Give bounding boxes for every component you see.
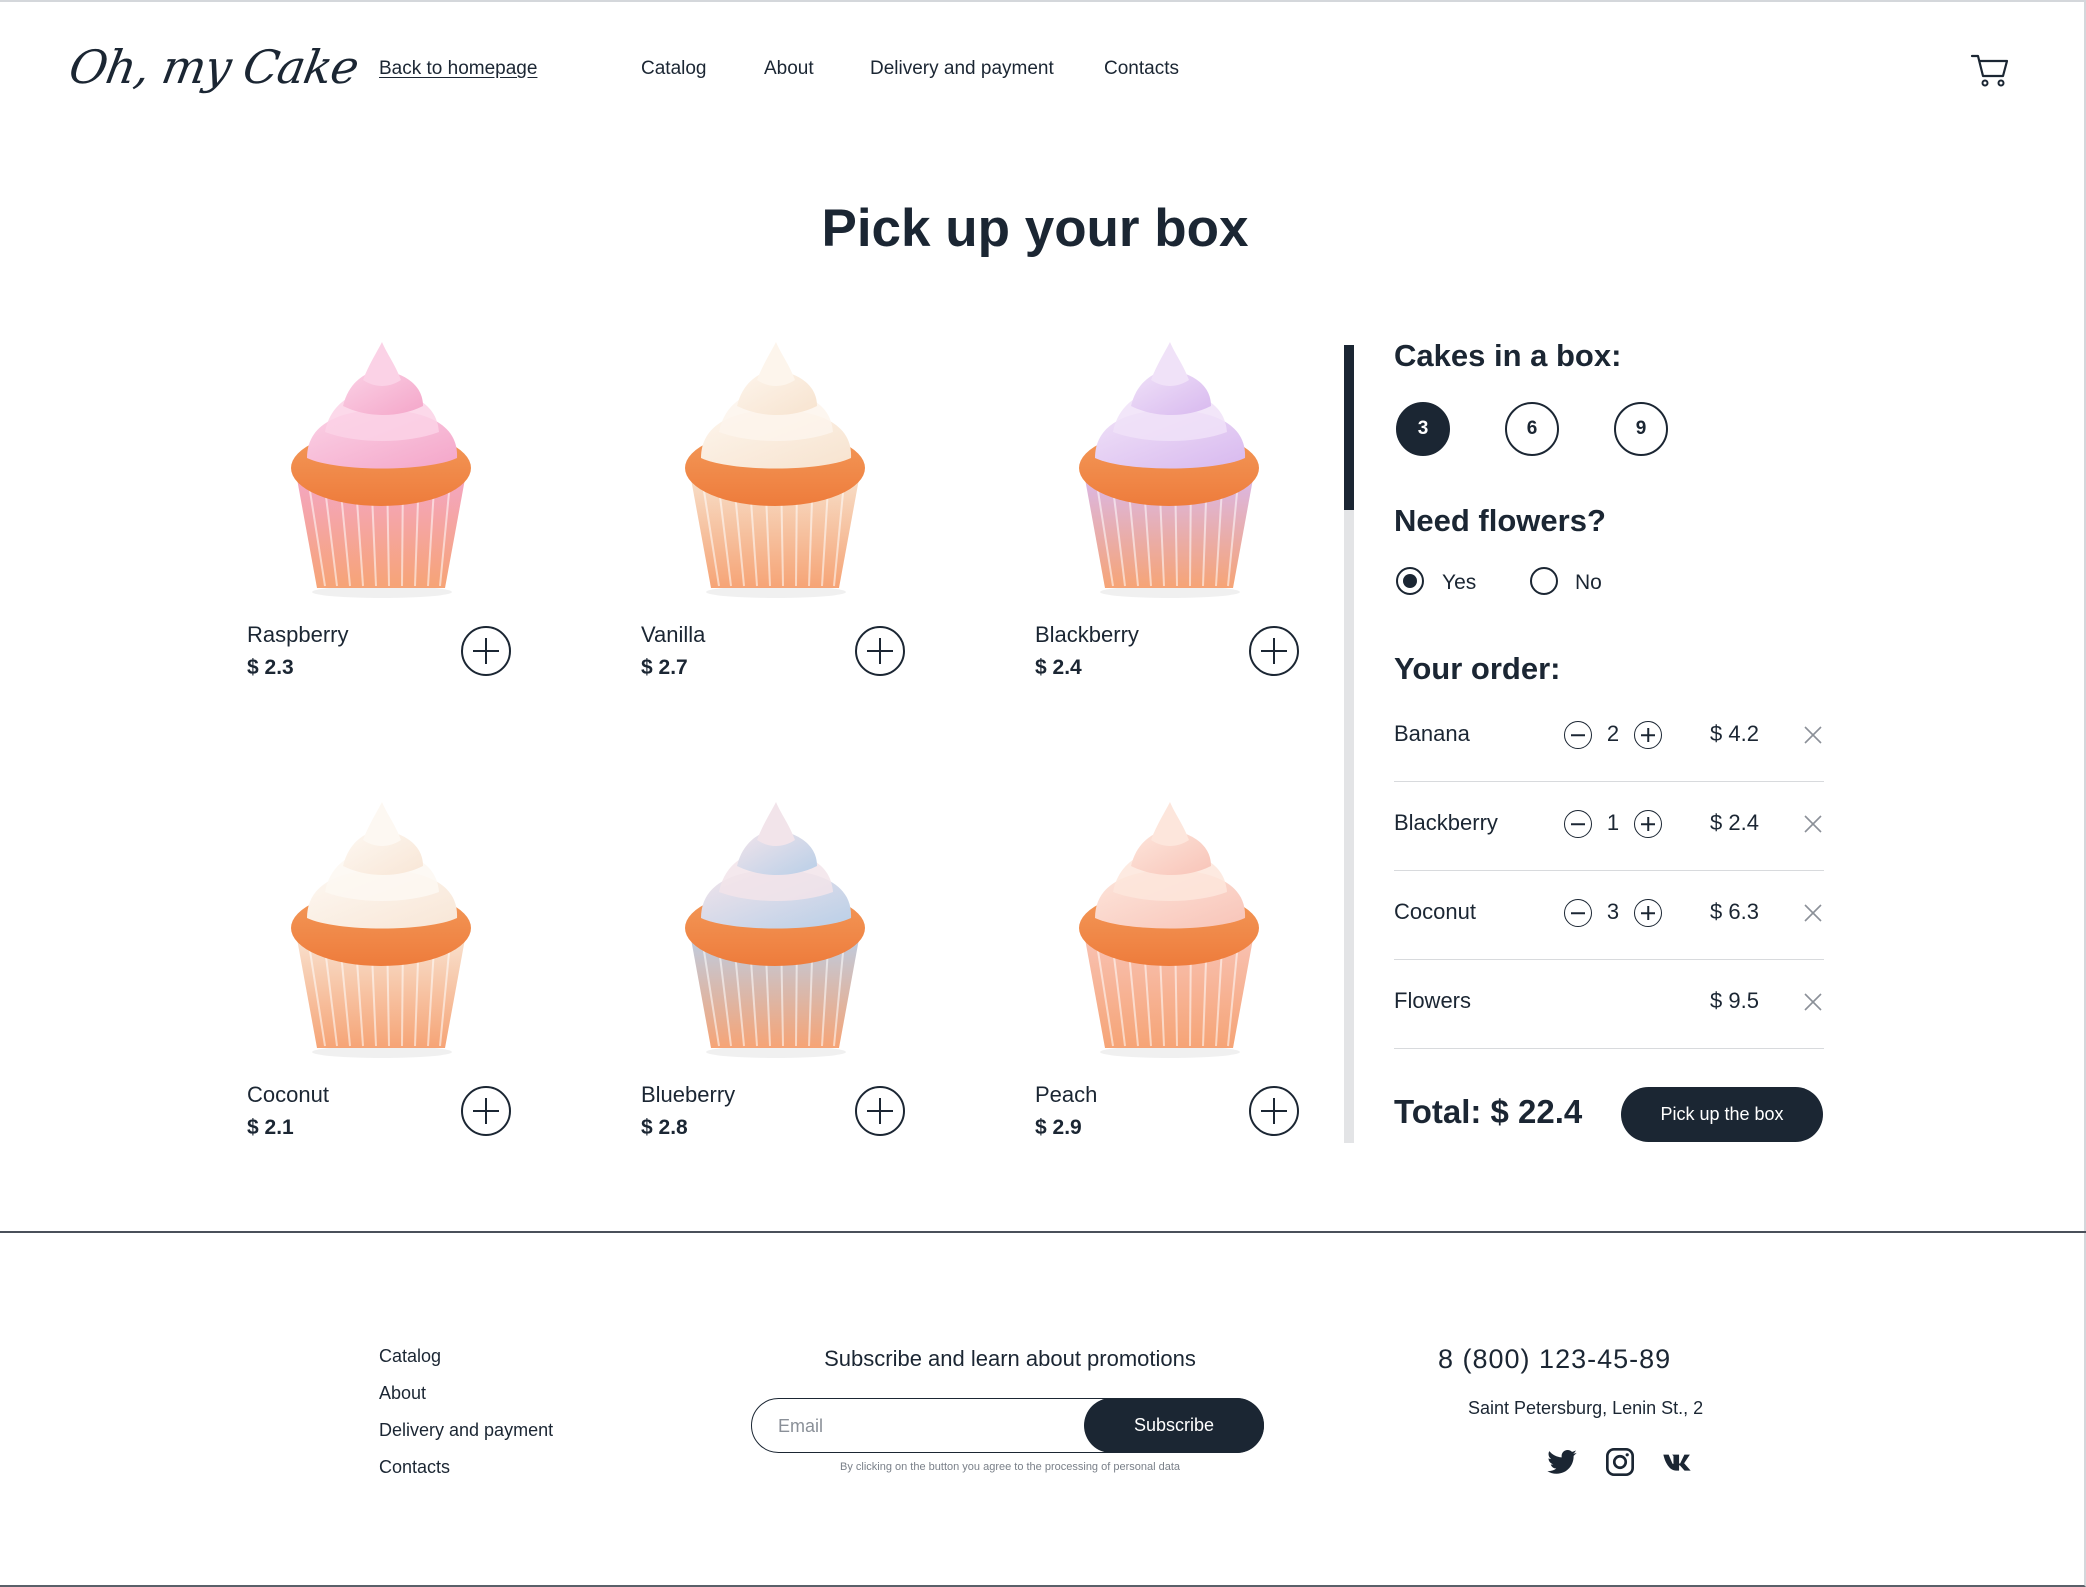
add-to-box-button[interactable] (855, 1086, 905, 1136)
add-to-box-button[interactable] (461, 1086, 511, 1136)
add-to-box-button[interactable] (1249, 626, 1299, 676)
flowers-yes-label[interactable]: Yes (1442, 571, 1476, 595)
address: Saint Petersburg, Lenin St., 2 (1468, 1398, 1704, 1418)
vk-icon[interactable] (1662, 1446, 1694, 1478)
product-card: Peach $ 2.9 (1035, 800, 1335, 1160)
instagram-icon[interactable] (1604, 1446, 1636, 1478)
order-item-name: Blackberry (1394, 810, 1498, 835)
remove-item-icon[interactable] (1802, 991, 1824, 1013)
subscribe-title: Subscribe and learn about promotions (824, 1346, 1196, 1371)
product-card: Blackberry $ 2.4 (1035, 340, 1335, 700)
flowers-no-label[interactable]: No (1575, 571, 1602, 595)
box-size-6-button[interactable]: 6 (1505, 402, 1559, 456)
cart-icon[interactable] (1970, 52, 2010, 88)
scrollbar-thumb[interactable] (1344, 345, 1354, 510)
flowers-yes-radio[interactable] (1396, 567, 1424, 595)
pick-up-the-box-button[interactable]: Pick up the box (1621, 1087, 1823, 1142)
cupcake-image (1079, 802, 1259, 1058)
cupcake-image (291, 342, 471, 598)
order-item-price: $ 4.2 (1710, 721, 1759, 746)
add-to-box-button[interactable] (855, 626, 905, 676)
product-card: Coconut $ 2.1 (247, 800, 547, 1160)
subscribe-button[interactable]: Subscribe (1084, 1398, 1264, 1453)
email-input[interactable] (778, 1413, 1028, 1439)
order-item-quantity: 1 (1606, 810, 1620, 835)
product-name: Coconut (247, 1082, 329, 1107)
decrease-quantity-button[interactable] (1564, 721, 1592, 749)
increase-quantity-button[interactable] (1634, 899, 1662, 927)
cupcake-image (685, 802, 865, 1058)
increase-quantity-button[interactable] (1634, 810, 1662, 838)
box-size-3-button[interactable]: 3 (1396, 402, 1450, 456)
nav-catalog[interactable]: Catalog (641, 58, 707, 80)
footer-link-catalog[interactable]: Catalog (379, 1346, 441, 1367)
nav-about[interactable]: About (764, 58, 814, 80)
remove-item-icon[interactable] (1802, 724, 1824, 746)
logo[interactable]: Oh, my Cake (65, 40, 362, 94)
product-price: $ 2.7 (641, 656, 688, 679)
nav-contacts[interactable]: Contacts (1104, 58, 1179, 80)
box-size-9-button[interactable]: 9 (1614, 402, 1668, 456)
flowers-no-radio[interactable] (1530, 567, 1558, 595)
decrease-quantity-button[interactable] (1564, 810, 1592, 838)
cupcake-image (685, 342, 865, 598)
product-price: $ 2.8 (641, 1116, 688, 1139)
product-name: Blackberry (1035, 622, 1139, 647)
footer-link-delivery[interactable]: Delivery and payment (379, 1420, 553, 1441)
twitter-icon[interactable] (1546, 1446, 1578, 1478)
product-name: Raspberry (247, 622, 349, 647)
cakes-in-box-heading: Cakes in a box: (1394, 338, 1622, 373)
order-item-price: $ 2.4 (1710, 810, 1759, 835)
cupcake-image (1079, 342, 1259, 598)
phone-number[interactable]: 8 (800) 123-45-89 (1438, 1344, 1671, 1375)
footer-link-about[interactable]: About (379, 1383, 426, 1404)
order-item-price: $ 6.3 (1710, 899, 1759, 924)
order-row: Blackberry 1 $ 2.4 (1394, 782, 1824, 871)
product-card: Blueberry $ 2.8 (641, 800, 941, 1160)
product-price: $ 2.3 (247, 656, 294, 679)
product-name: Peach (1035, 1082, 1098, 1107)
order-row: Banana 2 $ 4.2 (1394, 693, 1824, 782)
footer-divider (0, 1231, 2086, 1233)
order-total: Total: $ 22.4 (1394, 1093, 1583, 1130)
order-item-quantity: 2 (1606, 721, 1620, 746)
order-row: Flowers $ 9.5 (1394, 960, 1824, 1049)
product-price: $ 2.4 (1035, 656, 1082, 679)
order-item-name: Banana (1394, 721, 1470, 746)
order-item-name: Coconut (1394, 899, 1476, 924)
nav-delivery-and-payment[interactable]: Delivery and payment (870, 58, 1054, 80)
remove-item-icon[interactable] (1802, 813, 1824, 835)
add-to-box-button[interactable] (461, 626, 511, 676)
product-card: Raspberry $ 2.3 (247, 340, 547, 700)
cupcake-image (291, 802, 471, 1058)
product-price: $ 2.9 (1035, 1116, 1082, 1139)
product-card: Vanilla $ 2.7 (641, 340, 941, 700)
order-item-quantity: 3 (1606, 899, 1620, 924)
order-row: Coconut 3 $ 6.3 (1394, 871, 1824, 960)
page-title: Pick up your box (821, 199, 1249, 258)
product-name: Blueberry (641, 1082, 736, 1107)
footer-link-contacts[interactable]: Contacts (379, 1457, 450, 1478)
need-flowers-heading: Need flowers? (1394, 503, 1606, 538)
decrease-quantity-button[interactable] (1564, 899, 1592, 927)
your-order-heading: Your order: (1394, 651, 1561, 686)
order-item-price: $ 9.5 (1710, 988, 1759, 1013)
product-name: Vanilla (641, 622, 706, 647)
remove-item-icon[interactable] (1802, 902, 1824, 924)
product-price: $ 2.1 (247, 1116, 294, 1139)
add-to-box-button[interactable] (1249, 1086, 1299, 1136)
increase-quantity-button[interactable] (1634, 721, 1662, 749)
subscribe-disclaimer: By clicking on the button you agree to t… (840, 1461, 1180, 1473)
nav-back-to-homepage[interactable]: Back to homepage (379, 58, 537, 80)
order-item-name: Flowers (1394, 988, 1472, 1013)
